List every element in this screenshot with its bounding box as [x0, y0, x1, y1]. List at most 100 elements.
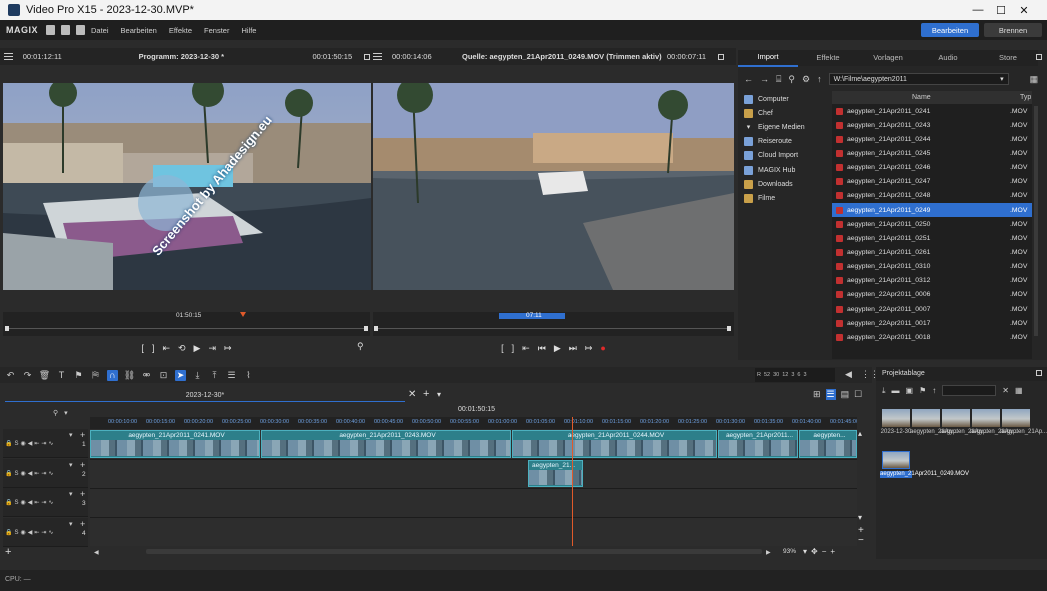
file-row[interactable]: aegypten_21Apr2011_0310 .MOV	[832, 260, 1032, 274]
zoom-dropdown-icon[interactable]: ▾	[803, 547, 807, 556]
track-menu-icon[interactable]: ▾	[69, 431, 73, 439]
track-controls[interactable]: 🔒S◉◀⇤⇥∿	[5, 499, 55, 506]
track-header-3[interactable]: ▾ + 🔒S◉◀⇤⇥∿ 3	[3, 488, 88, 517]
menu-datei[interactable]: Datei	[91, 26, 109, 35]
magnet-snap-icon[interactable]: ∩	[107, 369, 118, 381]
tab-effekte[interactable]: Effekte	[798, 50, 858, 66]
file-row[interactable]: aegypten_21Apr2011_0245 .MOV	[832, 146, 1032, 160]
back-icon[interactable]: ←	[744, 74, 753, 84]
source-in-handle[interactable]	[374, 326, 378, 331]
settings-gear-icon[interactable]: ⚙	[802, 74, 810, 85]
file-row[interactable]: aegypten_21Apr2011_0244 .MOV	[832, 132, 1032, 146]
file-row[interactable]: aegypten_21Apr2011_0241 .MOV	[832, 104, 1032, 118]
redo-icon[interactable]: ↷	[22, 370, 33, 381]
program-menu-icon[interactable]	[4, 53, 13, 60]
clip-track-1[interactable]: aegypten_21Apr2011_0244.MOV	[512, 430, 717, 458]
scroll-left-icon[interactable]: ◀	[94, 549, 99, 556]
track-header-2[interactable]: ▾ + 🔒S◉◀⇤⇥∿ 2	[3, 458, 88, 488]
track-header-4[interactable]: ▾ + 🔒S◉◀⇤⇥∿ 4	[3, 517, 88, 547]
file-row[interactable]: aegypten_21Apr2011_0250 .MOV	[832, 217, 1032, 231]
link-icon[interactable]: ⛓	[124, 370, 135, 381]
bin-flag-icon[interactable]: ⚑	[919, 386, 926, 395]
track-area[interactable]: aegypten_21Apr2011_0241.MOV aegypten_21Ap…	[90, 417, 857, 546]
tree-item-computer[interactable]: Computer	[740, 92, 828, 106]
timeline-expand-icon[interactable]: ☐	[854, 389, 862, 400]
media-pool-expand-icon[interactable]	[1036, 54, 1042, 60]
fit-icon[interactable]: ⊡	[158, 370, 169, 381]
source-prev-icon[interactable]: ⇤	[522, 343, 530, 354]
volume-icon[interactable]: ◀	[845, 369, 852, 380]
track-menu-icon[interactable]: ▾	[69, 461, 73, 469]
add-track-button[interactable]: +	[5, 546, 11, 558]
unlink-icon[interactable]: ⚮	[141, 370, 152, 381]
grid-view-icon[interactable]: ▦	[1030, 74, 1039, 85]
open-folder-icon[interactable]	[61, 25, 71, 35]
file-row[interactable]: aegypten_21Apr2011_0247 .MOV	[832, 175, 1032, 189]
file-row[interactable]: aegypten_21Apr2011_0246 .MOV	[832, 161, 1032, 175]
forward-icon[interactable]: →	[760, 74, 769, 84]
mark-in-icon[interactable]: [	[141, 343, 144, 353]
file-row[interactable]: aegypten_21Apr2011_0261 .MOV	[832, 245, 1032, 259]
search-icon[interactable]: ⚲	[788, 74, 795, 85]
burn-mode-button[interactable]: Brennen	[984, 23, 1042, 37]
program-in-handle[interactable]	[5, 326, 9, 331]
scroll-down-icon[interactable]: ▾	[858, 513, 862, 522]
play-icon[interactable]: ▶	[194, 343, 201, 354]
next-marker-icon[interactable]: ↦	[224, 343, 232, 354]
tree-item-eigene-medien[interactable]: ▾ Eigene Medien	[740, 120, 828, 134]
source-mark-in-icon[interactable]: [	[501, 343, 504, 353]
prev-marker-icon[interactable]: ⇤	[162, 343, 170, 354]
clear-search-icon[interactable]: ✕	[1002, 386, 1009, 395]
project-bin-search-input[interactable]	[942, 385, 997, 396]
source-expand-icon[interactable]	[718, 53, 725, 60]
path-dropdown-icon[interactable]: ▾	[1000, 74, 1004, 85]
text-icon[interactable]: T	[56, 370, 67, 381]
track-add-icon[interactable]: +	[80, 460, 85, 470]
chapter-marker-icon[interactable]: ⛿	[90, 370, 101, 381]
loop-icon[interactable]: ⟲	[178, 343, 186, 354]
tab-vorlagen[interactable]: Vorlagen	[858, 50, 918, 66]
track-add-icon[interactable]: +	[80, 489, 85, 499]
close-timeline-tab-icon[interactable]: ✕	[408, 389, 416, 400]
file-row[interactable]: aegypten_22Apr2011_0017 .MOV	[832, 316, 1032, 330]
ripple-tool-icon[interactable]: ⤒	[209, 370, 220, 381]
program-settings-icon[interactable]: ⚲	[357, 341, 364, 352]
menu-hilfe[interactable]: Hilfe	[241, 26, 256, 35]
track-menu-icon[interactable]: ▾	[69, 520, 73, 528]
multi-track-icon[interactable]: ☰	[226, 370, 237, 381]
file-row[interactable]: aegypten_21Apr2011_0251 .MOV	[832, 231, 1032, 245]
new-file-icon[interactable]	[46, 25, 56, 35]
track-add-icon[interactable]: +	[80, 519, 85, 529]
source-next-icon[interactable]: ↦	[585, 343, 593, 354]
file-list-scrollbar[interactable]	[1034, 106, 1038, 336]
source-mark-out-icon[interactable]: ]	[512, 343, 515, 353]
menu-effekte[interactable]: Effekte	[169, 26, 192, 35]
tab-store[interactable]: Store	[978, 50, 1038, 66]
tree-item-magix-hub[interactable]: MAGIX Hub	[740, 163, 828, 177]
scroll-right-icon[interactable]: ▶	[766, 549, 771, 556]
zoom-fit-icon[interactable]: ✥	[811, 547, 818, 556]
program-scrubber[interactable]: 01:50:15	[3, 312, 370, 336]
save-icon[interactable]	[76, 25, 86, 35]
file-row[interactable]: aegypten_21Apr2011_0312 .MOV	[832, 274, 1032, 288]
up-folder-icon[interactable]: ↑	[817, 74, 822, 84]
tree-view-icon[interactable]: ⌸	[776, 74, 781, 85]
track-menu-icon[interactable]: ▾	[69, 490, 73, 498]
source-start-icon[interactable]: ⏮	[538, 343, 546, 354]
tree-item-reiseroute[interactable]: Reiseroute	[740, 135, 828, 149]
menu-bearbeiten[interactable]: Bearbeiten	[121, 26, 157, 35]
program-video-preview[interactable]: Screenshot by Ahadesign.eu	[3, 83, 371, 290]
source-play-icon[interactable]: ▶	[554, 343, 561, 354]
source-video-preview[interactable]	[373, 83, 734, 290]
delete-icon[interactable]: 🗑	[39, 370, 50, 381]
source-menu-icon[interactable]	[373, 53, 382, 60]
edit-mode-button[interactable]: Bearbeiten	[921, 23, 979, 37]
clip-track-1[interactable]: aegypten...	[799, 430, 857, 458]
remove-track-minus-icon[interactable]: −	[858, 535, 864, 546]
timeline-tab[interactable]: 2023-12-30*	[5, 389, 405, 402]
timeline-ruler[interactable]: 00:00:10:00 00:00:15:00 00:00:20:00 00:00:2…	[90, 417, 857, 429]
clip-track-1[interactable]: aegypten_21Apr2011_0241.MOV	[90, 430, 260, 458]
track-tool-icon[interactable]: ⚲	[53, 409, 58, 417]
column-type[interactable]: Typ	[1020, 94, 1031, 101]
tree-item-cloud-import[interactable]: Cloud Import	[740, 149, 828, 163]
